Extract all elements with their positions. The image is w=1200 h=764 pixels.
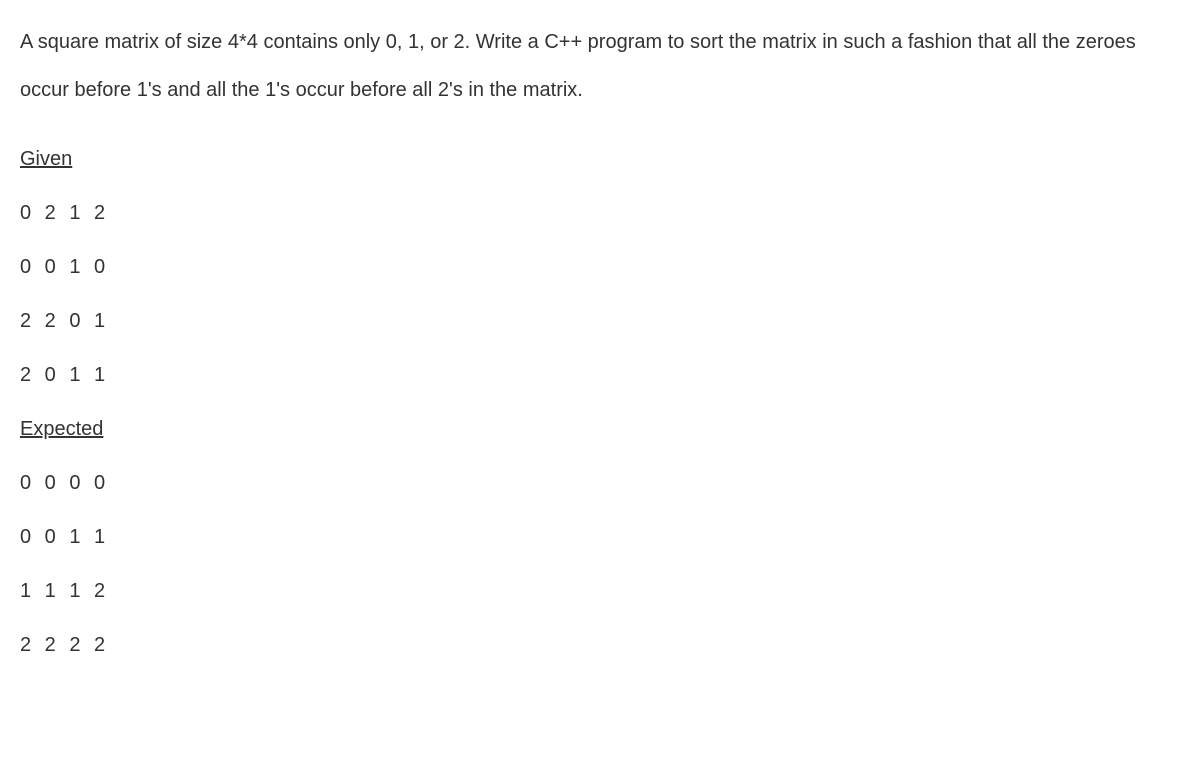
problem-statement: A square matrix of size 4*4 contains onl… xyxy=(20,18,1180,114)
given-heading: Given xyxy=(20,144,1180,174)
given-row: 0 0 1 0 xyxy=(20,252,1180,282)
expected-row: 1 1 1 2 xyxy=(20,576,1180,606)
given-row: 2 2 0 1 xyxy=(20,306,1180,336)
expected-row: 2 2 2 2 xyxy=(20,630,1180,660)
given-row: 0 2 1 2 xyxy=(20,198,1180,228)
expected-row: 0 0 0 0 xyxy=(20,468,1180,498)
expected-heading: Expected xyxy=(20,414,1180,444)
given-row: 2 0 1 1 xyxy=(20,360,1180,390)
expected-row: 0 0 1 1 xyxy=(20,522,1180,552)
